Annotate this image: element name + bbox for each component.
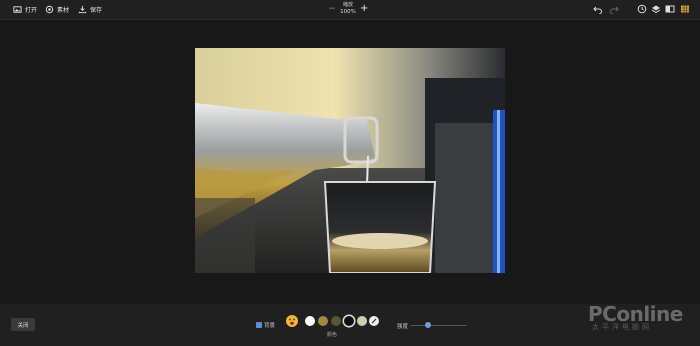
edited-photo xyxy=(195,48,505,273)
background-checkbox[interactable] xyxy=(256,322,262,328)
grid-icon[interactable] xyxy=(680,4,690,14)
close-button[interactable]: 关闭 xyxy=(11,318,35,331)
top-toolbar: 打开 素材 保存 − 缩放 100% + xyxy=(0,0,700,20)
material-icon xyxy=(45,5,54,14)
watermark-logo: PConline 太平洋电脑网 xyxy=(588,302,683,332)
open-image-icon xyxy=(13,6,22,13)
strength-label: 强度 xyxy=(397,324,409,330)
save-button[interactable]: 保存 xyxy=(78,4,102,15)
download-icon xyxy=(78,5,87,14)
zoom-value: 100% xyxy=(340,9,356,15)
swatch-olive[interactable] xyxy=(318,316,328,326)
strength-slider[interactable] xyxy=(411,325,467,326)
save-label: 保存 xyxy=(90,7,103,14)
open-label: 打开 xyxy=(25,7,38,14)
compare-icon[interactable] xyxy=(665,4,675,14)
zoom-out-button[interactable]: − xyxy=(328,4,336,14)
eyedropper-icon[interactable] xyxy=(369,316,379,326)
open-button[interactable]: 打开 xyxy=(13,4,37,15)
zoom-in-button[interactable]: + xyxy=(360,3,368,14)
material-button[interactable]: 素材 xyxy=(45,4,69,15)
zoom-control: − 缩放 100% + xyxy=(322,1,378,17)
redo-icon[interactable] xyxy=(609,4,619,15)
emoji-picker-icon[interactable] xyxy=(285,314,299,328)
zoom-label: 缩放 xyxy=(342,2,353,8)
history-icon[interactable] xyxy=(637,4,647,14)
layers-icon[interactable] xyxy=(651,4,661,14)
swatch-black[interactable] xyxy=(344,316,354,326)
strength-slider-thumb[interactable] xyxy=(424,322,431,328)
material-label: 素材 xyxy=(57,7,70,14)
swatch-pale-sage[interactable] xyxy=(357,316,367,326)
swatch-dark-olive[interactable] xyxy=(331,316,341,326)
color-label: 颜色 xyxy=(326,332,337,338)
swatch-white[interactable] xyxy=(305,316,315,326)
undo-icon[interactable] xyxy=(593,4,603,15)
background-label: 背景 xyxy=(264,323,276,329)
